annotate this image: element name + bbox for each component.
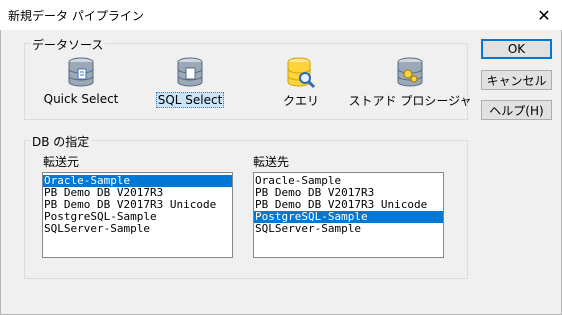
datasource-quick-select[interactable]: Quick Select — [44, 56, 118, 106]
database-quick-select-icon — [68, 57, 94, 87]
source-listbox[interactable]: Oracle-Sample PB Demo DB V2017R3 PB Demo D… — [42, 172, 233, 258]
datasource-item-label: クエリ — [282, 94, 319, 108]
window-title: 新規データ パイプライン — [8, 9, 144, 23]
source-list-label: 転送元 — [43, 155, 80, 169]
database-sql-select-icon — [177, 57, 203, 87]
datasource-query[interactable]: クエリ — [266, 56, 336, 109]
datasource-item-label: ストアド プロシージャ — [348, 94, 472, 108]
db-group-label: DB の指定 — [30, 133, 92, 150]
ok-button[interactable]: OK — [481, 39, 552, 59]
destination-list-label: 転送先 — [253, 155, 290, 169]
source-list-item[interactable]: SQLServer-Sample — [43, 223, 232, 235]
close-button[interactable]: ✕ — [526, 0, 562, 30]
query-magnifier-icon — [287, 57, 316, 89]
stored-procedure-icon — [397, 57, 423, 87]
cancel-button[interactable]: キャンセル — [481, 70, 552, 90]
datasource-stored-procedure[interactable]: ストアド プロシージャ — [349, 56, 472, 109]
destination-list-item[interactable]: SQLServer-Sample — [254, 223, 443, 235]
datasource-item-label: Quick Select — [43, 92, 119, 106]
datasource-group-label: データソース — [30, 36, 106, 53]
destination-listbox[interactable]: Oracle-Sample PB Demo DB V2017R3 PB Demo D… — [253, 172, 444, 258]
help-button[interactable]: ヘルプ(H) — [481, 100, 552, 120]
close-icon: ✕ — [537, 5, 551, 25]
datasource-item-label: SQL Select — [155, 92, 225, 108]
title-bar: 新規データ パイプライン ✕ — [0, 0, 562, 30]
datasource-sql-select[interactable]: SQL Select — [155, 56, 225, 108]
